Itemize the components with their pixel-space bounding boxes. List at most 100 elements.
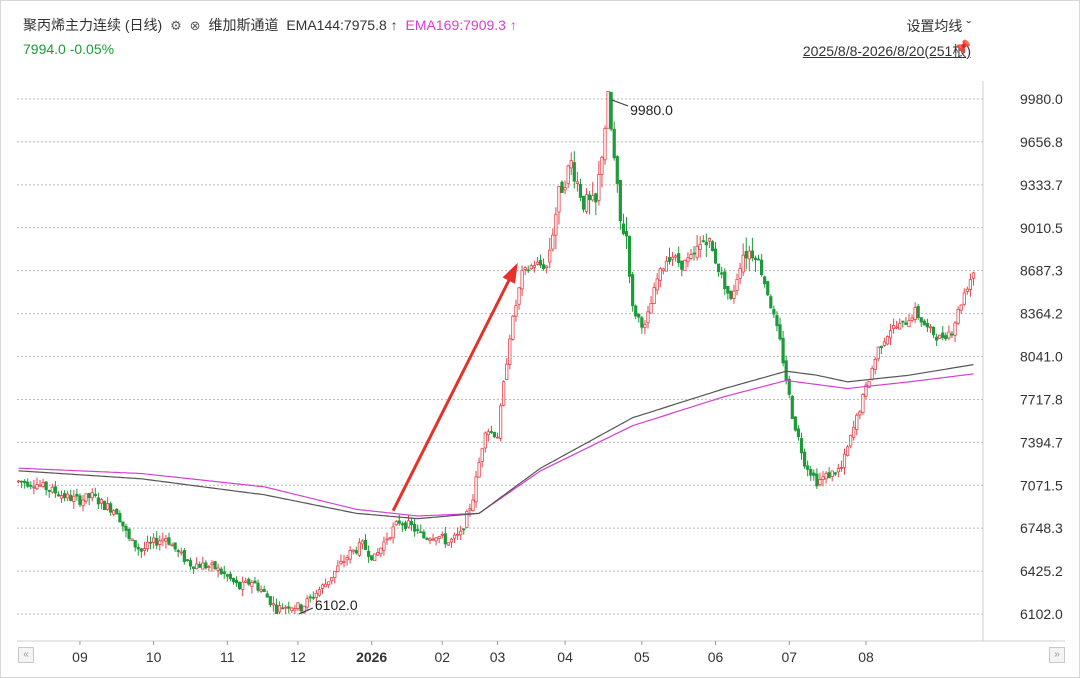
candle-body bbox=[769, 296, 773, 309]
candle-body bbox=[815, 473, 819, 487]
candle-body bbox=[763, 276, 767, 285]
ema144-line bbox=[18, 364, 974, 520]
candle-body bbox=[222, 571, 226, 575]
y-tick-label: 8041.0 bbox=[1020, 349, 1063, 365]
candle-body bbox=[72, 495, 76, 502]
candle-body bbox=[575, 181, 579, 184]
candle-body bbox=[351, 549, 355, 552]
candle-body bbox=[333, 570, 337, 579]
candle-body bbox=[87, 493, 91, 499]
candle-body bbox=[41, 481, 45, 487]
candle-body bbox=[44, 481, 48, 491]
candle-body bbox=[649, 303, 653, 314]
candle-body bbox=[646, 311, 650, 324]
y-tick-label: 9333.7 bbox=[1020, 177, 1063, 193]
candle-body bbox=[919, 317, 923, 323]
candle-body bbox=[471, 499, 475, 512]
candle-body bbox=[413, 524, 417, 532]
candle-body bbox=[118, 513, 122, 523]
candle-body bbox=[385, 538, 389, 541]
candle-body bbox=[195, 563, 199, 570]
candle-body bbox=[268, 596, 272, 606]
candle-body bbox=[686, 257, 690, 263]
candle-body bbox=[342, 561, 346, 563]
candle-body bbox=[133, 540, 137, 548]
candle-body bbox=[250, 582, 254, 587]
candle-body bbox=[913, 307, 917, 320]
candle-body bbox=[234, 579, 239, 584]
candle-body bbox=[836, 468, 840, 473]
candle-body bbox=[941, 332, 945, 339]
candle-body bbox=[526, 269, 530, 272]
y-tick-label: 7071.5 bbox=[1020, 477, 1063, 493]
candle-body bbox=[16, 480, 21, 483]
candle-body bbox=[538, 260, 543, 266]
candle-body bbox=[296, 602, 300, 609]
candle-body bbox=[627, 235, 632, 277]
y-tick-label: 8687.3 bbox=[1020, 263, 1063, 279]
candle-body bbox=[732, 290, 736, 299]
candle-body bbox=[621, 223, 626, 235]
candle-body bbox=[750, 250, 754, 259]
candle-body bbox=[759, 259, 764, 276]
candle-body bbox=[345, 557, 349, 561]
candle-body bbox=[824, 473, 828, 480]
candle-body bbox=[382, 541, 386, 551]
candle-body bbox=[888, 330, 893, 339]
candle-body bbox=[388, 537, 392, 540]
x-tick-label: 11 bbox=[220, 649, 235, 665]
candle-body bbox=[96, 497, 100, 505]
candle-body bbox=[852, 426, 856, 438]
candle-body bbox=[262, 589, 266, 592]
candle-body bbox=[618, 179, 622, 222]
candle-body bbox=[360, 540, 365, 545]
candle-body bbox=[640, 317, 644, 328]
y-tick-label: 6102.0 bbox=[1020, 606, 1063, 622]
candle-body bbox=[652, 287, 656, 305]
candle-body bbox=[210, 562, 214, 566]
candle-body bbox=[744, 251, 748, 259]
candle-body bbox=[713, 248, 718, 264]
candle-body bbox=[741, 254, 745, 273]
ema169-line bbox=[18, 373, 974, 517]
candle-body bbox=[661, 268, 665, 272]
candle-body bbox=[323, 583, 328, 588]
candle-body bbox=[830, 470, 834, 477]
candle-body bbox=[161, 538, 165, 542]
candle-body bbox=[658, 268, 662, 281]
candlestick-chart[interactable]: 9980.0 9656.8 9333.7 9010.5 8687.3 8364.2 8041… bbox=[1, 1, 1079, 677]
candle-body bbox=[541, 264, 546, 270]
candle-body bbox=[231, 578, 236, 583]
candle-body bbox=[938, 334, 942, 339]
candle-body bbox=[677, 253, 681, 264]
candle-body bbox=[437, 536, 441, 539]
scroll-right-button[interactable]: » bbox=[1049, 647, 1065, 663]
candle-body bbox=[664, 260, 669, 272]
candle-body bbox=[366, 550, 371, 557]
candle-body bbox=[440, 533, 444, 536]
candle-body bbox=[216, 567, 220, 571]
candle-body bbox=[898, 322, 902, 330]
scroll-left-button[interactable]: « bbox=[18, 647, 34, 663]
candle-body bbox=[170, 544, 174, 547]
candle-body bbox=[799, 438, 804, 454]
candle-body bbox=[944, 335, 948, 340]
candle-body bbox=[47, 489, 51, 492]
candle-body bbox=[578, 183, 583, 198]
candle-body bbox=[492, 432, 497, 438]
candle-body bbox=[121, 521, 125, 527]
candle-body bbox=[225, 574, 229, 577]
candle-body bbox=[456, 533, 460, 536]
candle-body bbox=[50, 486, 54, 493]
candle-body bbox=[631, 274, 635, 307]
candle-body bbox=[422, 531, 426, 539]
candle-body bbox=[609, 91, 613, 130]
candle-body bbox=[256, 582, 260, 591]
candle-body bbox=[557, 186, 561, 213]
candle-body bbox=[870, 368, 874, 380]
candle-body bbox=[833, 472, 837, 475]
candle-body bbox=[584, 194, 589, 212]
x-tick-label: 02 bbox=[434, 649, 450, 665]
candle-body bbox=[459, 530, 463, 536]
candle-body bbox=[818, 478, 822, 485]
